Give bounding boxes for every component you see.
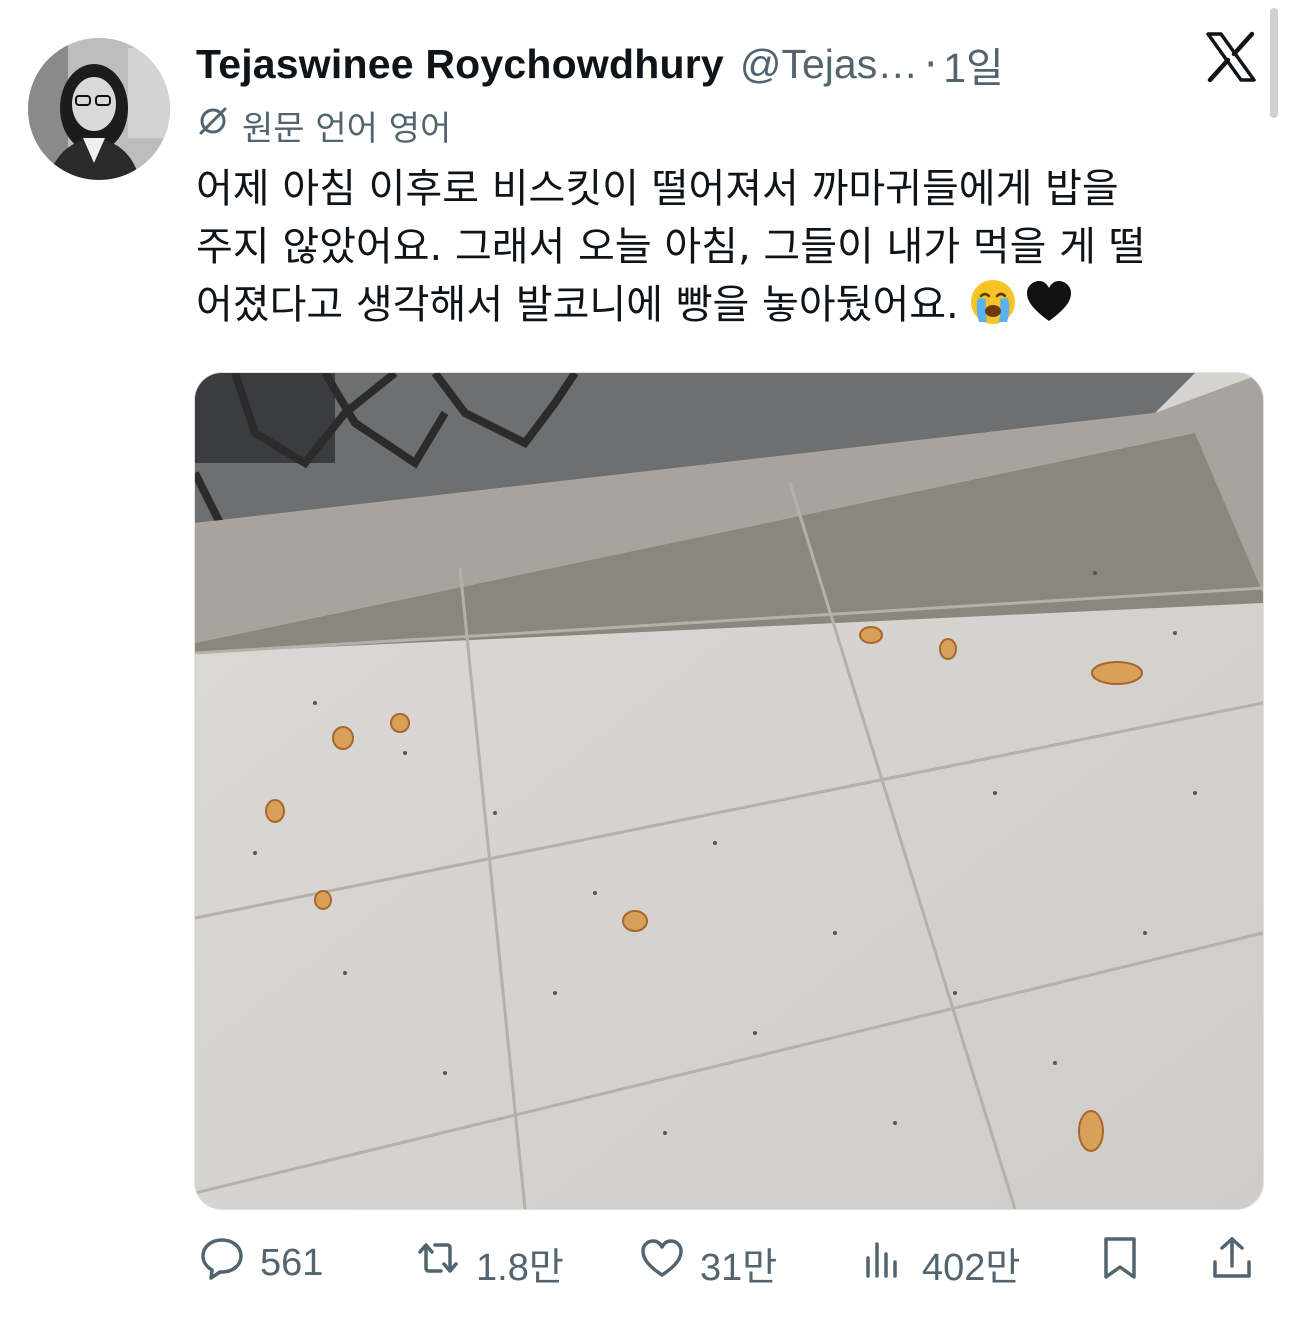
retweet-icon <box>414 1234 462 1292</box>
like-count: 31만 <box>700 1246 778 1289</box>
translation-label: 원문 언어 영어 <box>242 108 452 149</box>
retweet-button[interactable]: 1.8만 <box>414 1228 564 1298</box>
author-handle[interactable]: @Tejas… <box>740 41 918 88</box>
tweet-text-segment: 어졌다고 생각해서 발코니에 빵을 놓아뒀어요. <box>196 282 959 328</box>
crying-face-emoji-icon <box>969 278 1017 326</box>
tweet-actions: 561 1.8만 31만 402만 <box>194 1228 1262 1298</box>
reply-button[interactable]: 561 <box>198 1228 323 1298</box>
share-button[interactable] <box>1208 1228 1256 1298</box>
bookmark-button[interactable] <box>1096 1228 1144 1298</box>
translate-icon <box>196 104 242 147</box>
separator-dot: · <box>924 40 938 88</box>
retweet-count: 1.8만 <box>476 1246 564 1289</box>
views-button[interactable]: 402만 <box>860 1228 1020 1298</box>
author-name[interactable]: Tejaswinee Roychowdhury <box>196 41 724 88</box>
share-icon <box>1208 1234 1256 1292</box>
tweet-text-line: 주지 않았어요. 그래서 오늘 아침, 그들이 내가 먹을 게 떨 <box>196 224 1146 270</box>
tweet-text: 어제 아침 이후로 비스킷이 떨어져서 까마귀들에게 밥을 주지 않았어요. 그… <box>196 160 1266 334</box>
views-icon <box>860 1234 908 1292</box>
scrollbar[interactable] <box>1270 8 1278 118</box>
avatar[interactable] <box>28 38 170 180</box>
reply-count: 561 <box>260 1241 324 1284</box>
heart-icon <box>638 1234 686 1292</box>
tweet-text-line: 어제 아침 이후로 비스킷이 떨어져서 까마귀들에게 밥을 <box>196 166 1119 212</box>
x-logo-icon[interactable] <box>1204 30 1258 84</box>
bookmark-icon <box>1096 1234 1144 1292</box>
timestamp[interactable]: 1일 <box>943 34 1004 94</box>
black-heart-emoji-icon <box>1025 278 1073 326</box>
views-count: 402만 <box>922 1246 1021 1289</box>
translation-note[interactable]: 원문 언어 영어 <box>196 100 451 150</box>
reply-icon <box>198 1234 246 1292</box>
tweet-header: Tejaswinee Roychowdhury @Tejas… · 1일 <box>196 34 1004 94</box>
tweet-text-line: 어졌다고 생각해서 발코니에 빵을 놓아뒀어요. <box>196 276 1266 334</box>
tweet[interactable]: Tejaswinee Roychowdhury @Tejas… · 1일 원문 … <box>0 0 1290 1331</box>
like-button[interactable]: 31만 <box>638 1228 777 1298</box>
tweet-photo[interactable] <box>194 372 1264 1210</box>
